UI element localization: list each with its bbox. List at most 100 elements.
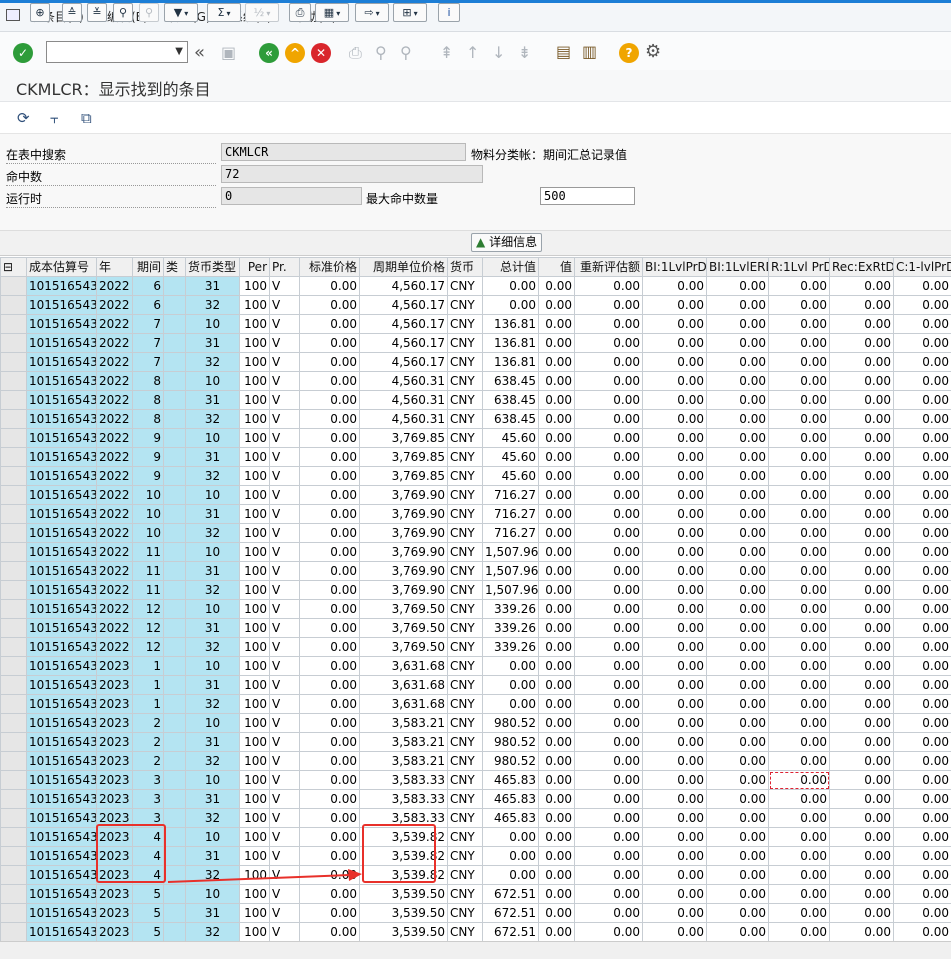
table-cell[interactable]: 0.00 bbox=[538, 732, 575, 752]
table-cell[interactable]: V bbox=[269, 371, 300, 391]
table-cell[interactable]: 0.00 bbox=[829, 903, 894, 923]
table-cell[interactable]: 4,560.31 bbox=[359, 371, 448, 391]
table-cell[interactable]: 465.83 bbox=[482, 770, 539, 790]
table-cell[interactable]: 32 bbox=[185, 922, 240, 942]
row-selector[interactable] bbox=[0, 523, 27, 543]
table-cell[interactable]: 0.00 bbox=[642, 580, 707, 600]
table-cell[interactable]: 0.00 bbox=[893, 808, 951, 828]
table-cell[interactable]: 101516543 bbox=[26, 637, 97, 657]
table-cell[interactable]: V bbox=[269, 732, 300, 752]
table-cell[interactable]: 101516543 bbox=[26, 352, 97, 372]
table-cell[interactable]: 100 bbox=[239, 371, 270, 391]
table-cell[interactable]: 12 bbox=[132, 637, 164, 657]
table-cell[interactable]: 101516543 bbox=[26, 751, 97, 771]
table-cell[interactable]: 0.00 bbox=[574, 333, 643, 353]
table-cell[interactable]: 2023 bbox=[96, 656, 133, 676]
table-cell[interactable]: 0.00 bbox=[538, 713, 575, 733]
table-cell[interactable]: 10 bbox=[185, 884, 240, 904]
table-cell[interactable]: 100 bbox=[239, 561, 270, 581]
table-cell[interactable]: 0.00 bbox=[768, 333, 830, 353]
table-cell[interactable]: CNY bbox=[447, 637, 483, 657]
table-cell[interactable]: 0.00 bbox=[642, 485, 707, 505]
table-cell[interactable]: 136.81 bbox=[482, 314, 539, 334]
table-cell[interactable]: 0.00 bbox=[574, 276, 643, 296]
table-cell[interactable]: 0.00 bbox=[893, 694, 951, 714]
table-cell[interactable]: 0.00 bbox=[642, 656, 707, 676]
table-cell[interactable] bbox=[163, 903, 186, 923]
back-icon[interactable]: « bbox=[259, 43, 279, 63]
table-cell[interactable]: 0.00 bbox=[829, 314, 894, 334]
table-cell[interactable]: 0.00 bbox=[299, 789, 360, 809]
table-cell[interactable]: 0.00 bbox=[768, 390, 830, 410]
table-cell[interactable]: 0.00 bbox=[893, 770, 951, 790]
table-cell[interactable]: 0.00 bbox=[829, 523, 894, 543]
table-cell[interactable]: 2023 bbox=[96, 713, 133, 733]
table-cell[interactable]: 0.00 bbox=[574, 732, 643, 752]
table-cell[interactable]: 0.00 bbox=[893, 656, 951, 676]
table-cell[interactable]: 339.26 bbox=[482, 618, 539, 638]
table-cell[interactable]: 0.00 bbox=[299, 713, 360, 733]
row-selector[interactable] bbox=[0, 751, 27, 771]
table-cell[interactable]: 0.00 bbox=[642, 371, 707, 391]
table-cell[interactable]: 45.60 bbox=[482, 447, 539, 467]
table-cell[interactable]: 0.00 bbox=[642, 808, 707, 828]
table-cell[interactable]: 3,583.21 bbox=[359, 713, 448, 733]
table-cell[interactable]: 0.00 bbox=[574, 846, 643, 866]
row-selector[interactable] bbox=[0, 314, 27, 334]
table-cell[interactable]: 100 bbox=[239, 466, 270, 486]
table-cell[interactable]: 0.00 bbox=[642, 333, 707, 353]
column-header[interactable]: BI:1LvlPrD bbox=[642, 257, 707, 277]
table-cell[interactable]: 0.00 bbox=[299, 466, 360, 486]
table-cell[interactable]: 980.52 bbox=[482, 751, 539, 771]
table-cell[interactable]: 10 bbox=[185, 542, 240, 562]
table-cell[interactable]: 4,560.17 bbox=[359, 295, 448, 315]
table-cell[interactable]: 1,507.96 bbox=[482, 542, 539, 562]
table-cell[interactable]: 0.00 bbox=[829, 637, 894, 657]
table-cell[interactable]: 0.00 bbox=[299, 751, 360, 771]
table-cell[interactable]: 101516543 bbox=[26, 789, 97, 809]
table-cell[interactable]: 638.45 bbox=[482, 409, 539, 429]
table-cell[interactable]: 0.00 bbox=[829, 599, 894, 619]
table-cell[interactable]: 3,769.90 bbox=[359, 561, 448, 581]
table-cell[interactable]: 3,583.33 bbox=[359, 770, 448, 790]
table-cell[interactable]: 0.00 bbox=[706, 352, 769, 372]
table-cell[interactable]: 0.00 bbox=[706, 390, 769, 410]
table-cell[interactable]: 3,769.85 bbox=[359, 447, 448, 467]
table-cell[interactable]: 0.00 bbox=[299, 675, 360, 695]
horizontal-scrollbar[interactable] bbox=[0, 941, 951, 959]
table-cell[interactable]: 100 bbox=[239, 352, 270, 372]
table-cell[interactable]: 0.00 bbox=[829, 770, 894, 790]
table-cell[interactable]: 0.00 bbox=[482, 694, 539, 714]
table-cell[interactable]: 101516543 bbox=[26, 770, 97, 790]
table-cell[interactable]: 101516543 bbox=[26, 580, 97, 600]
table-cell[interactable]: 3,583.21 bbox=[359, 751, 448, 771]
table-cell[interactable]: 0.00 bbox=[482, 846, 539, 866]
table-cell[interactable]: 0.00 bbox=[829, 295, 894, 315]
table-cell[interactable]: 3,769.85 bbox=[359, 428, 448, 448]
table-cell[interactable]: 8 bbox=[132, 409, 164, 429]
table-cell[interactable]: 0.00 bbox=[642, 409, 707, 429]
info-icon[interactable]: i bbox=[438, 3, 460, 22]
table-cell[interactable]: 0.00 bbox=[538, 580, 575, 600]
table-cell[interactable]: 101516543 bbox=[26, 428, 97, 448]
table-cell[interactable]: 0.00 bbox=[829, 561, 894, 581]
table-cell[interactable]: 0.00 bbox=[706, 865, 769, 885]
table-cell[interactable]: 0.00 bbox=[706, 409, 769, 429]
row-selector[interactable] bbox=[0, 637, 27, 657]
table-cell[interactable]: 0.00 bbox=[642, 447, 707, 467]
table-cell[interactable]: 100 bbox=[239, 542, 270, 562]
table-cell[interactable]: 10 bbox=[185, 485, 240, 505]
table-cell[interactable]: 9 bbox=[132, 447, 164, 467]
row-selector[interactable] bbox=[0, 713, 27, 733]
table-cell[interactable]: 101516543 bbox=[26, 884, 97, 904]
table-cell[interactable]: 0.00 bbox=[768, 808, 830, 828]
settings-icon[interactable]: ⧉ bbox=[81, 109, 92, 127]
table-cell[interactable]: V bbox=[269, 428, 300, 448]
table-cell[interactable]: 31 bbox=[185, 561, 240, 581]
table-cell[interactable]: 3 bbox=[132, 770, 164, 790]
table-cell[interactable]: 100 bbox=[239, 751, 270, 771]
table-cell[interactable]: 0.00 bbox=[299, 694, 360, 714]
table-cell[interactable]: 100 bbox=[239, 865, 270, 885]
table-cell[interactable]: 0.00 bbox=[574, 371, 643, 391]
column-header[interactable]: C:1-lvlPrD bbox=[893, 257, 951, 277]
